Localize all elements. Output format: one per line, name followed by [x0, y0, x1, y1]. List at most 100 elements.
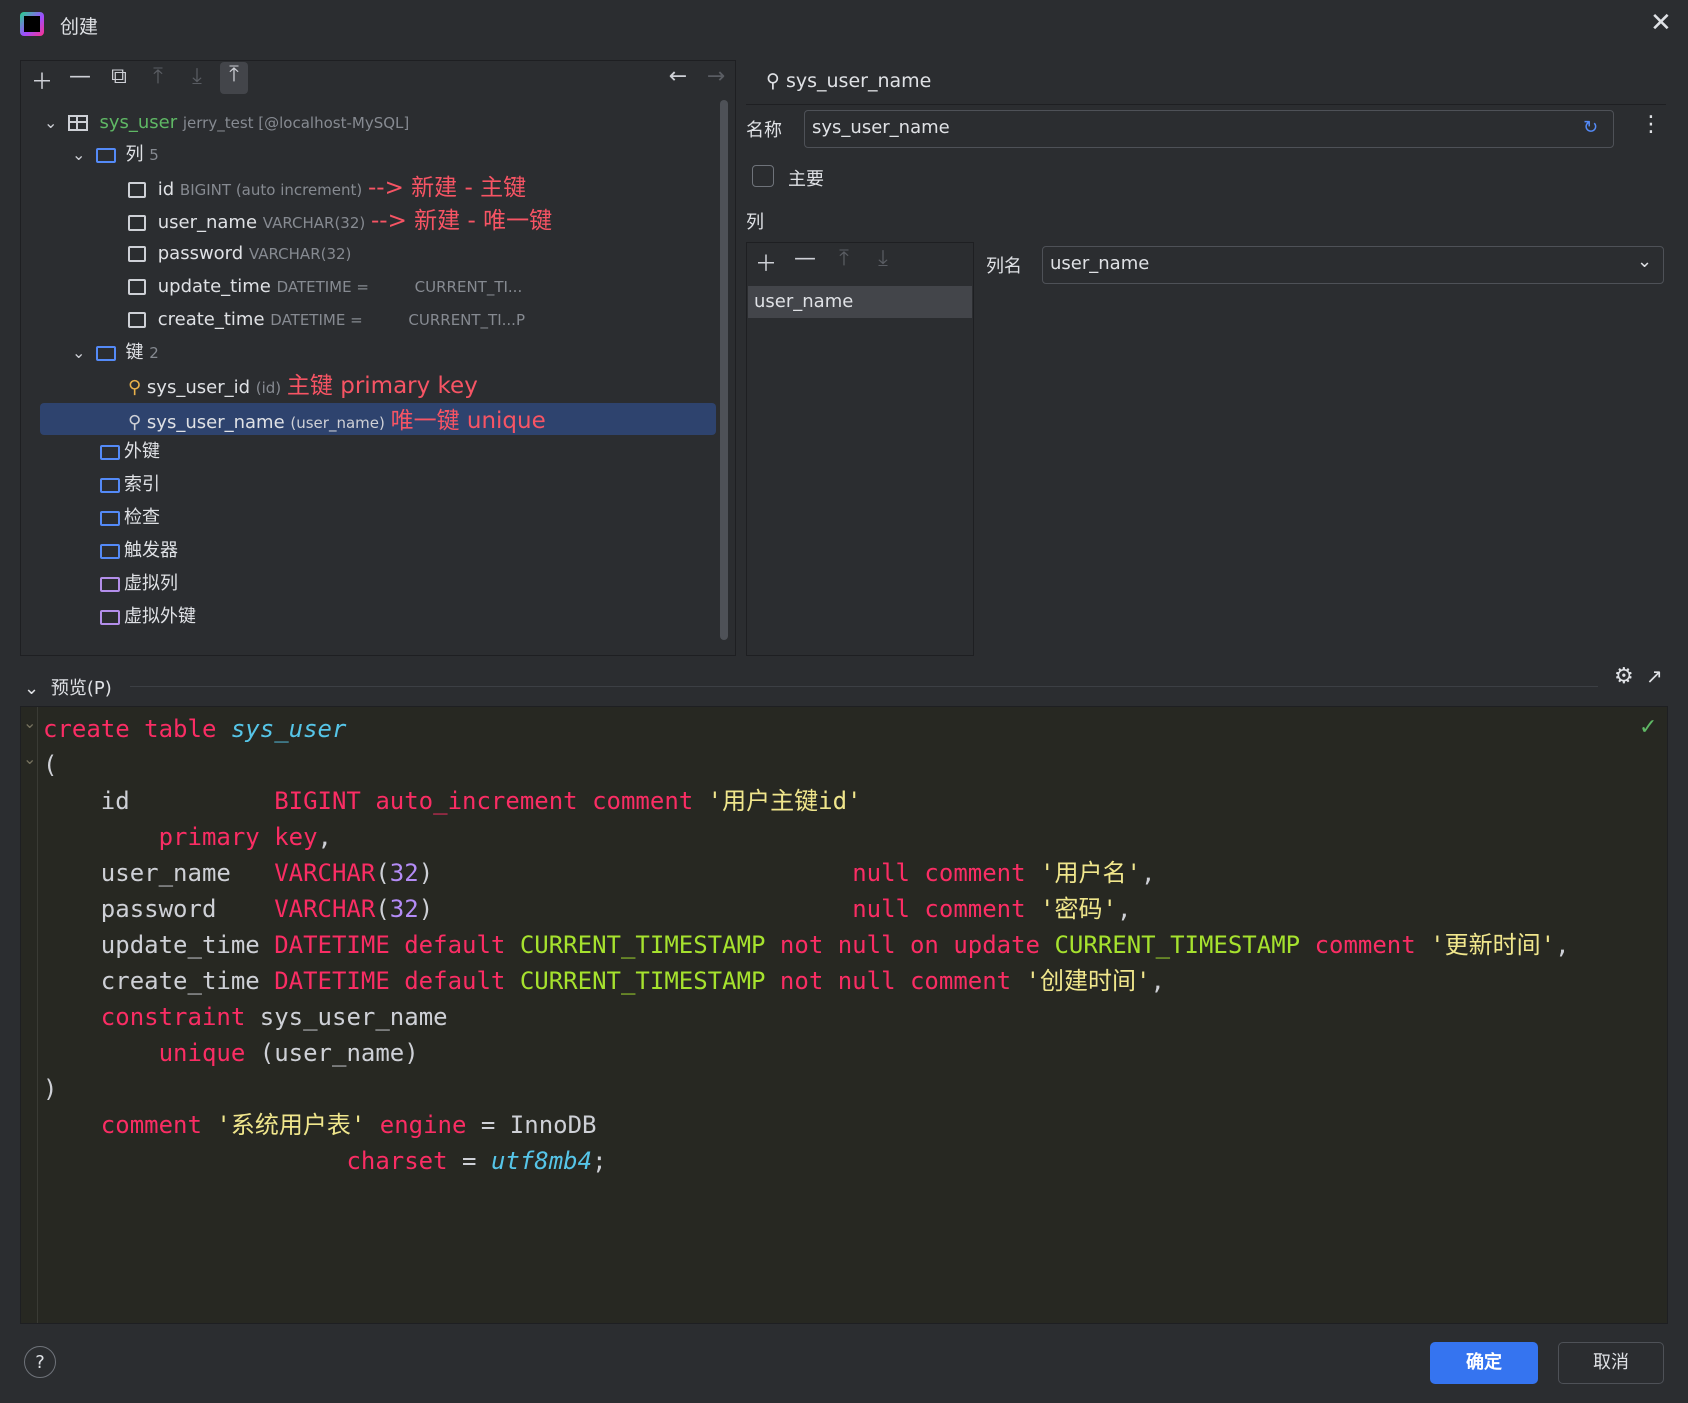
sql-token: ): [418, 895, 853, 923]
sql-editor[interactable]: ⌄ ⌄ ✓ create table sys_user ( id BIGINT a…: [20, 706, 1668, 1324]
sql-line: (: [43, 747, 1570, 783]
preview-header[interactable]: ⌄ 预览(P): [24, 674, 112, 700]
tree-node-folder[interactable]: 虚拟外键: [100, 602, 196, 632]
folder-label: 虚拟列: [124, 573, 178, 594]
sql-token: ,: [1150, 967, 1165, 995]
sql-token: (: [375, 859, 390, 887]
sql-token: not null comment: [779, 967, 1026, 995]
tree-node-columns-folder[interactable]: ⌄ 列 5: [72, 140, 159, 170]
sql-token: constraint: [100, 1003, 260, 1031]
move-down-icon[interactable]: ⤓: [183, 64, 211, 89]
sql-token: null comment: [852, 859, 1041, 887]
list-item[interactable]: user_name: [748, 286, 972, 318]
sql-token: =: [462, 1147, 491, 1175]
tree-node-keys-folder[interactable]: ⌄ 键 2: [72, 338, 159, 368]
column-type: DATETIME =: [270, 311, 363, 329]
tree-node-column[interactable]: update_time DATETIME = CURRENT_TI...: [128, 272, 522, 302]
tree-node-key[interactable]: ⚲ sys_user_name (user_name) 唯一键 unique: [128, 406, 546, 436]
tree-node-column[interactable]: user_name VARCHAR(32) --> 新建 - 唯一键: [128, 206, 552, 236]
sql-token: charset: [346, 1147, 463, 1175]
tree-scrollbar[interactable]: [720, 100, 728, 640]
tree-node-column[interactable]: password VARCHAR(32): [128, 239, 351, 269]
tree-node-folder[interactable]: 检查: [100, 503, 160, 533]
add-icon[interactable]: ＋: [28, 64, 56, 96]
cancel-button[interactable]: 取消: [1558, 1342, 1664, 1384]
tree-node-folder[interactable]: 虚拟列: [100, 569, 178, 599]
primary-checkbox-label: 主要: [788, 169, 824, 190]
move-up-icon[interactable]: ⤒: [830, 246, 858, 271]
sql-token: ): [43, 1075, 58, 1103]
tree-node-column[interactable]: create_time DATETIME = CURRENT_TI...P: [128, 305, 525, 335]
remove-icon[interactable]: —: [66, 64, 94, 89]
tree-node-folder[interactable]: 触发器: [100, 536, 178, 566]
tree-node-table[interactable]: ⌄ sys_user jerry_test [@localhost-MySQL]: [44, 108, 409, 138]
tree-node-folder[interactable]: 索引: [100, 470, 160, 500]
chevron-down-icon[interactable]: ⌄: [1637, 251, 1652, 272]
folder-label: 列: [125, 144, 144, 165]
window-title: 创建: [60, 16, 99, 38]
annotation-text: --> 新建 - 主键: [368, 175, 527, 201]
name-field[interactable]: sys_user_name ↻: [804, 110, 1614, 148]
move-down-icon[interactable]: ⤓: [869, 246, 897, 271]
more-options-icon[interactable]: ⋮: [1640, 112, 1662, 137]
preview-divider: [130, 686, 1598, 687]
key-columns: (id): [255, 379, 282, 397]
copy-icon[interactable]: ⧉: [105, 64, 133, 89]
sql-token: update_time: [43, 931, 275, 959]
sql-token: CURRENT_TIMESTAMP: [1054, 931, 1315, 959]
sql-token: create_time: [43, 967, 275, 995]
sql-token: CURRENT_TIMESTAMP: [519, 967, 780, 995]
sql-line: create_time DATETIME default CURRENT_TIM…: [43, 963, 1570, 999]
sql-line: id BIGINT auto_increment comment '用户主键id…: [43, 783, 1570, 819]
sql-token: ,: [1555, 931, 1570, 959]
sql-token: primary key: [158, 823, 318, 851]
sql-token: unique: [158, 1039, 260, 1067]
settings-icon[interactable]: ⚙: [1614, 664, 1634, 689]
remove-column-icon[interactable]: —: [791, 246, 819, 271]
key-name: sys_user_name: [146, 412, 285, 433]
column-default: CURRENT_TI...P: [408, 311, 525, 329]
fold-icon[interactable]: ⌄: [23, 713, 36, 732]
column-name: update_time: [157, 276, 271, 297]
auto-name-icon[interactable]: ↻: [1583, 117, 1598, 138]
back-arrow-icon[interactable]: ←: [664, 64, 692, 89]
tree-node-key[interactable]: ⚲ sys_user_id (id) 主键 primary key: [128, 371, 478, 401]
ok-button[interactable]: 确定: [1430, 1342, 1538, 1384]
sql-token: user_name: [43, 859, 275, 887]
primary-checkbox[interactable]: [752, 165, 774, 187]
move-up-icon[interactable]: ⤒: [144, 64, 172, 89]
folder-icon: [100, 444, 120, 460]
fold-icon[interactable]: ⌄: [23, 749, 36, 768]
column-name: user_name: [157, 212, 258, 233]
move-to-top-icon[interactable]: ⤒: [220, 62, 248, 94]
close-icon[interactable]: ✕: [1650, 8, 1672, 38]
sql-token: engine: [379, 1111, 481, 1139]
chevron-down-icon[interactable]: ⌄: [72, 338, 90, 368]
chevron-down-icon[interactable]: ⌄: [44, 108, 62, 138]
folder-count: 5: [149, 146, 159, 164]
folder-icon: [100, 576, 120, 592]
name-value: sys_user_name: [812, 117, 950, 138]
column-default: CURRENT_TI...: [414, 278, 523, 296]
chevron-down-icon[interactable]: ⌄: [24, 678, 39, 699]
sql-token: DATETIME default: [274, 967, 520, 995]
sql-token: password: [43, 895, 275, 923]
key-columns: (user_name): [290, 414, 385, 432]
column-name-select[interactable]: user_name ⌄: [1042, 246, 1664, 284]
sql-token: 32: [389, 859, 419, 887]
gutter-divider: [37, 707, 38, 1323]
sql-token: sys_user_name: [259, 1003, 448, 1031]
add-column-icon[interactable]: ＋: [752, 246, 780, 278]
tree-node-column[interactable]: id BIGINT (auto increment) --> 新建 - 主键: [128, 173, 526, 203]
preview-label: 预览(P): [50, 678, 112, 699]
annotation-text: --> 新建 - 唯一键: [370, 208, 553, 234]
help-icon[interactable]: ?: [24, 1346, 56, 1378]
forward-arrow-icon[interactable]: →: [702, 64, 730, 89]
chevron-down-icon[interactable]: ⌄: [72, 140, 90, 170]
sql-token: not null on update: [779, 931, 1055, 959]
folder-icon: [100, 609, 120, 625]
open-external-icon[interactable]: ↗: [1646, 664, 1663, 688]
tree-node-folder[interactable]: 外键: [100, 437, 160, 467]
column-icon: [128, 246, 146, 262]
